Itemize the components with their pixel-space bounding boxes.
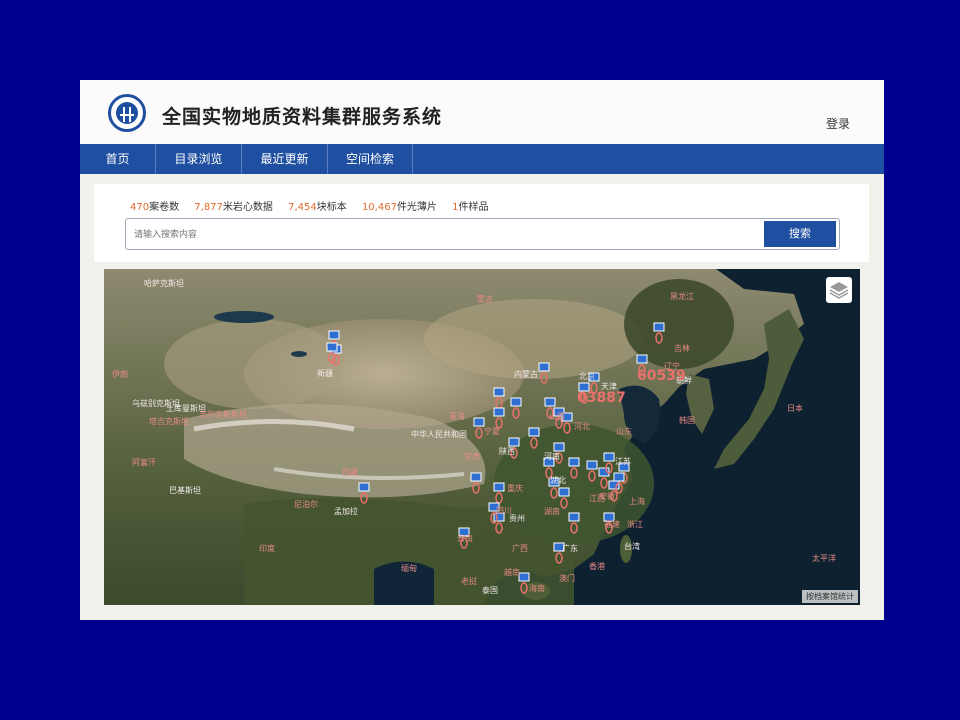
search-input[interactable]	[132, 223, 756, 247]
place-label: 孟加拉	[334, 506, 358, 516]
layers-icon	[829, 282, 849, 299]
place-label: 广西	[512, 543, 528, 553]
nav-recent[interactable]: 最近更新	[242, 144, 328, 174]
place-label: 福建	[604, 519, 620, 529]
site-title: 全国实物地质资料集群服务系统	[162, 106, 443, 128]
place-label: 巴基斯坦	[169, 485, 201, 495]
archive-stats-link[interactable]: 按档案馆统计	[802, 590, 858, 603]
nav-home[interactable]: 首页	[80, 144, 156, 174]
logo	[108, 94, 146, 132]
place-label: 吉林	[674, 343, 690, 353]
place-label: 河南	[544, 451, 560, 461]
place-label: 泰国	[482, 585, 498, 595]
place-label: 山东	[616, 426, 632, 436]
place-label: 伊朗	[112, 369, 128, 379]
place-label: 西藏	[342, 467, 358, 477]
place-label: 台湾	[624, 541, 640, 551]
search-panel: 470案卷数 7,877米岩心数据 7,454块标本 10,467件光薄片 1件…	[94, 184, 869, 262]
place-label: 吉尔吉斯斯坦	[199, 409, 247, 419]
place-label: 安徽	[599, 491, 615, 501]
place-label: 哈萨克斯坦	[144, 278, 184, 288]
stat-specimens: 7,454块标本	[288, 202, 347, 213]
place-label: 甘肃	[464, 451, 480, 461]
place-label: 香港	[589, 561, 605, 571]
place-label: 新疆	[317, 368, 333, 378]
place-label: 海南	[529, 583, 545, 593]
satellite-map[interactable]: 哈萨克斯坦蒙古 黑龙江中华人民共和国日本韩国朝鲜尼泊尔印度孟加拉越南老挝泰国缅甸太…	[104, 269, 860, 605]
place-label: 中华人民共和国	[411, 429, 467, 439]
place-label: 乌兹别克斯坦	[132, 398, 180, 408]
count-label-2: 60539	[637, 368, 686, 384]
place-label: 黑龙江	[670, 291, 694, 301]
nav-catalog[interactable]: 目录浏览	[156, 144, 242, 174]
stats-bar: 470案卷数 7,877米岩心数据 7,454块标本 10,467件光薄片 1件…	[130, 198, 501, 213]
nav-spatial-search[interactable]: 空间检索	[328, 144, 413, 174]
place-label: 陕西	[499, 446, 515, 456]
place-label: 湖南	[544, 506, 560, 516]
place-label: 韩国	[679, 415, 695, 425]
place-label: 尼泊尔	[294, 499, 318, 509]
place-label: 广东	[562, 543, 578, 553]
place-label: 越南	[504, 567, 520, 577]
stat-samples: 1件样品	[452, 202, 489, 213]
place-label: 内蒙古	[514, 369, 538, 379]
place-label: 青海	[449, 411, 465, 421]
count-label-1: 03887	[577, 390, 626, 406]
place-label: 重庆	[507, 483, 523, 493]
search-button[interactable]: 搜索	[764, 221, 836, 247]
main-nav: 首页 目录浏览 最近更新 空间检索	[80, 144, 884, 174]
place-label: 缅甸	[401, 563, 417, 573]
place-label: 浙江	[627, 519, 643, 529]
layers-button[interactable]	[826, 277, 852, 303]
app-window: 全国实物地质资料集群服务系统 登录 首页 目录浏览 最近更新 空间检索 470案…	[80, 80, 884, 620]
stat-core: 7,877米岩心数据	[194, 202, 273, 213]
place-label: 塔吉克斯坦	[149, 416, 189, 426]
place-label: 阿富汗	[132, 457, 156, 467]
place-label: 蒙古	[477, 294, 493, 304]
place-label: 日本	[787, 403, 803, 413]
place-label: 太平洋	[812, 553, 836, 563]
place-label: 河北	[574, 421, 590, 431]
place-label: 北京	[579, 371, 595, 381]
site-header: 全国实物地质资料集群服务系统 登录	[80, 80, 884, 144]
login-link[interactable]: 登录	[826, 115, 850, 132]
place-label: 宁夏	[484, 426, 500, 436]
stat-files: 470案卷数	[130, 202, 180, 213]
map-view[interactable]: 哈萨克斯坦 蒙古 黑龙江 中华人民共和国 日本 韩国 朝鲜 尼泊尔 印度 孟加拉 越南 老挝 泰国 缅甸太…	[104, 269, 860, 605]
place-label: 印度	[259, 543, 275, 553]
search-box: 搜索	[125, 218, 840, 250]
place-label: 湖北	[550, 476, 566, 485]
place-label: 上海	[629, 496, 645, 506]
place-label: 山西	[549, 411, 565, 421]
place-label: 贵州	[509, 513, 525, 523]
stat-thin-sections: 10,467件光薄片	[361, 202, 437, 213]
place-label: 江苏	[615, 456, 631, 466]
place-label: 澳门	[559, 573, 575, 583]
place-label: 云南	[457, 533, 473, 543]
place-label: 老挝	[461, 576, 477, 586]
